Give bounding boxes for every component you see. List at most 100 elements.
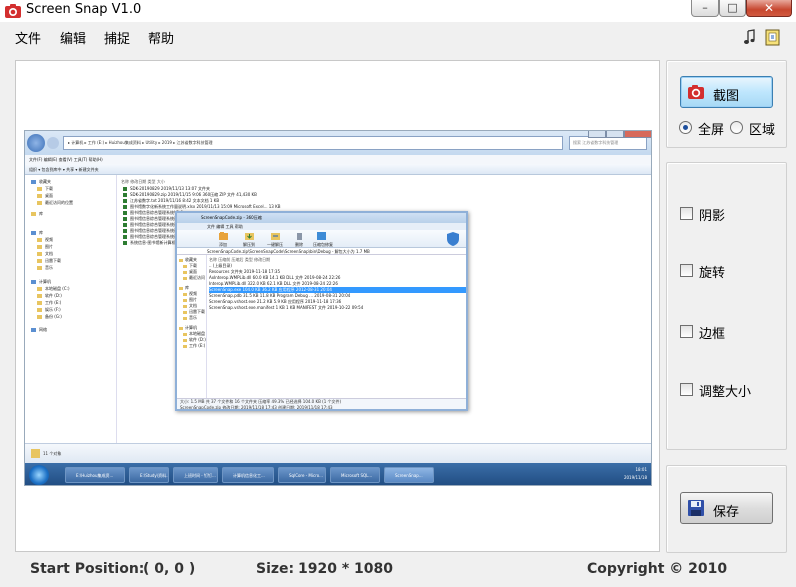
delete-icon xyxy=(297,233,302,240)
camera-icon xyxy=(688,85,704,99)
back-icon xyxy=(27,134,45,152)
nav-item: 工作 (E:) xyxy=(37,300,61,306)
nav-item: 本地磁盘 (C:) xyxy=(37,286,70,292)
nav-item: 迅雷下载 xyxy=(37,258,61,264)
zip-window: ScreenSnapCode.zip - 360压缩 文件 编辑 工具 帮助 添… xyxy=(175,211,468,411)
shield-icon xyxy=(447,232,459,246)
explorer-titlebar: ▸ 计算机 ▸ 工作 (E:) ▸ Huizhou集成资料 ▸ Utility … xyxy=(25,131,651,155)
taskbar-item: E:\Study\资料... xyxy=(129,467,169,483)
zip-row: ScreenSnap.vshost.exe.manifest 1 KB 1 KB… xyxy=(209,305,364,310)
taskbar-item: 计算机信息化工... xyxy=(222,467,274,483)
taskbar: E:\Huizhou集成资... E:\Study\资料... 上班时间 - 钉… xyxy=(25,463,651,485)
taskbar-clock: 18:01 2019/11/18 xyxy=(623,467,647,480)
nav-item: 工作 (E:) xyxy=(183,343,205,349)
save-panel: 保存 xyxy=(666,465,787,553)
explorer-menu: 文件(F) 编辑(E) 查看(V) 工具(T) 帮助(H) xyxy=(25,155,651,164)
save-button[interactable]: 保存 xyxy=(680,492,773,524)
zip-status: 大小: 1.5 MB 共 37 个文件和 16 个文件夹 压缩率 49.3% 已… xyxy=(177,398,466,410)
close-button[interactable]: ✕ xyxy=(746,0,792,17)
close-icon: ✕ xyxy=(763,1,775,15)
explorer-close-icon xyxy=(624,131,651,138)
menu-edit[interactable]: 编辑 xyxy=(60,28,86,47)
title-bar: Screen Snap V1.0 – □ ✕ xyxy=(0,0,796,22)
nav-item: 娱乐 (F:) xyxy=(37,307,61,313)
taskbar-item: Microsoft SQL... xyxy=(330,467,380,483)
maximize-button[interactable]: □ xyxy=(719,0,746,17)
fullscreen-radio[interactable] xyxy=(679,121,692,134)
one-click-extract-icon xyxy=(271,233,280,240)
capture-button[interactable]: 截图 xyxy=(680,76,773,108)
taskbar-item: E:\Huizhou集成资... xyxy=(65,467,125,483)
nav-item: 文档 xyxy=(37,251,53,257)
nav-item: 计算机 xyxy=(31,279,51,285)
nav-item: 最近访问的位置 xyxy=(37,200,73,206)
zip-window-title: ScreenSnapCode.zip - 360压缩 xyxy=(177,213,466,223)
explorer-toolbar: 组织 ▾ 包含到库中 ▾ 共享 ▾ 新建文件夹 xyxy=(25,164,651,175)
minimize-button[interactable]: – xyxy=(691,0,719,17)
resize-label: 调整大小 xyxy=(699,385,752,400)
nav-item: 音乐 xyxy=(37,265,53,271)
zip-window-menu: 文件 编辑 工具 帮助 xyxy=(177,223,466,230)
explorer-search: 搜索 江苏省数字科技管理 xyxy=(569,136,647,150)
save-button-label: 保存 xyxy=(713,505,740,520)
shadow-checkbox[interactable] xyxy=(680,207,693,220)
capture-preview[interactable]: ▸ 计算机 ▸ 工作 (E:) ▸ Huizhou集成资料 ▸ Utility … xyxy=(15,60,660,552)
nav-item: 最近访问 xyxy=(183,275,205,281)
explorer-max-icon xyxy=(606,131,624,138)
resize-checkbox[interactable] xyxy=(680,383,693,396)
zip-status-line: ScreenSnapCode.zip 修改日期: 2019/11/18 17:4… xyxy=(180,405,333,410)
menu-bar: 文件 编辑 捕捉 帮助 xyxy=(0,22,796,52)
size-value: 1920 * 1080 xyxy=(298,561,393,577)
copyright-text: Copyright © 2010 xyxy=(587,561,728,577)
explorer-min-icon xyxy=(588,131,606,138)
menu-help[interactable]: 帮助 xyxy=(148,28,174,47)
start-position-label: Start Position: xyxy=(30,561,145,577)
taskbar-item: ScreenSnap... xyxy=(384,467,434,483)
nav-item: 下载 xyxy=(37,186,53,192)
captured-screenshot: ▸ 计算机 ▸ 工作 (E:) ▸ Huizhou集成资料 ▸ Utility … xyxy=(24,130,652,486)
shadow-label: 阴影 xyxy=(699,209,726,224)
size-label: Size: xyxy=(256,561,295,577)
effects-panel: 阴影 旋转 边框 调整大小 xyxy=(666,162,787,450)
taskbar-item: 上班时间 - 钉钉... xyxy=(173,467,218,483)
taskbar-item: SqlCore - Micro... xyxy=(278,467,326,483)
border-label: 边框 xyxy=(699,327,726,342)
maximize-icon: □ xyxy=(727,1,738,14)
nav-item: 收藏夹 xyxy=(31,179,51,185)
start-orb-icon xyxy=(29,465,49,485)
forward-icon xyxy=(47,137,59,149)
nav-item: 图片 xyxy=(37,244,53,250)
menu-file[interactable]: 文件 xyxy=(15,28,41,47)
camera-icon xyxy=(5,4,21,18)
music-icon[interactable] xyxy=(741,28,759,46)
fullscreen-label: 全屏 xyxy=(698,123,725,138)
nav-item: 桌面 xyxy=(37,193,53,199)
explorer-nav-pane: 收藏夹 下载 桌面 最近访问的位置 库 库 视频 图片 文档 迅雷下载 音乐 计… xyxy=(25,175,117,443)
nav-item: 软件 (D:) xyxy=(37,293,62,299)
capture-panel: 截图 全屏 区域 xyxy=(666,60,787,148)
explorer-status: 11 个对象 xyxy=(25,443,651,463)
floppy-disk-icon xyxy=(688,500,704,516)
start-position-value: ( 0, 0 ) xyxy=(143,561,196,577)
rotate-label: 旋转 xyxy=(699,266,726,281)
help-document-icon[interactable] xyxy=(764,28,782,46)
add-icon xyxy=(219,232,228,240)
region-label: 区域 xyxy=(749,123,776,138)
nav-item: 备份 (G:) xyxy=(37,314,62,320)
explorer-column-headers: 名称 修改日期 类型 大小 xyxy=(121,179,165,184)
nav-item: 音乐 xyxy=(183,315,197,321)
region-radio[interactable] xyxy=(730,121,743,134)
minimize-icon: – xyxy=(702,1,708,14)
menu-capture[interactable]: 捕捉 xyxy=(104,28,130,47)
border-checkbox[interactable] xyxy=(680,325,693,338)
nav-item: 库 xyxy=(31,211,43,217)
window-title: Screen Snap V1.0 xyxy=(26,2,142,17)
explorer-address-bar: ▸ 计算机 ▸ 工作 (E:) ▸ Huizhou集成资料 ▸ Utility … xyxy=(63,136,563,150)
repair-icon xyxy=(317,232,326,240)
zip-window-path: ScreenSnapCode.zip\ScreenSnapCode\Screen… xyxy=(177,248,466,255)
rotate-checkbox[interactable] xyxy=(680,264,693,277)
zip-window-nav: 收藏夹 下载 桌面 最近访问 库 视频 图片 文档 迅雷下载 音乐 计算机 本地… xyxy=(177,255,207,398)
extract-icon xyxy=(245,233,254,240)
capture-button-label: 截图 xyxy=(713,89,740,104)
nav-item: 网络 xyxy=(31,327,47,333)
